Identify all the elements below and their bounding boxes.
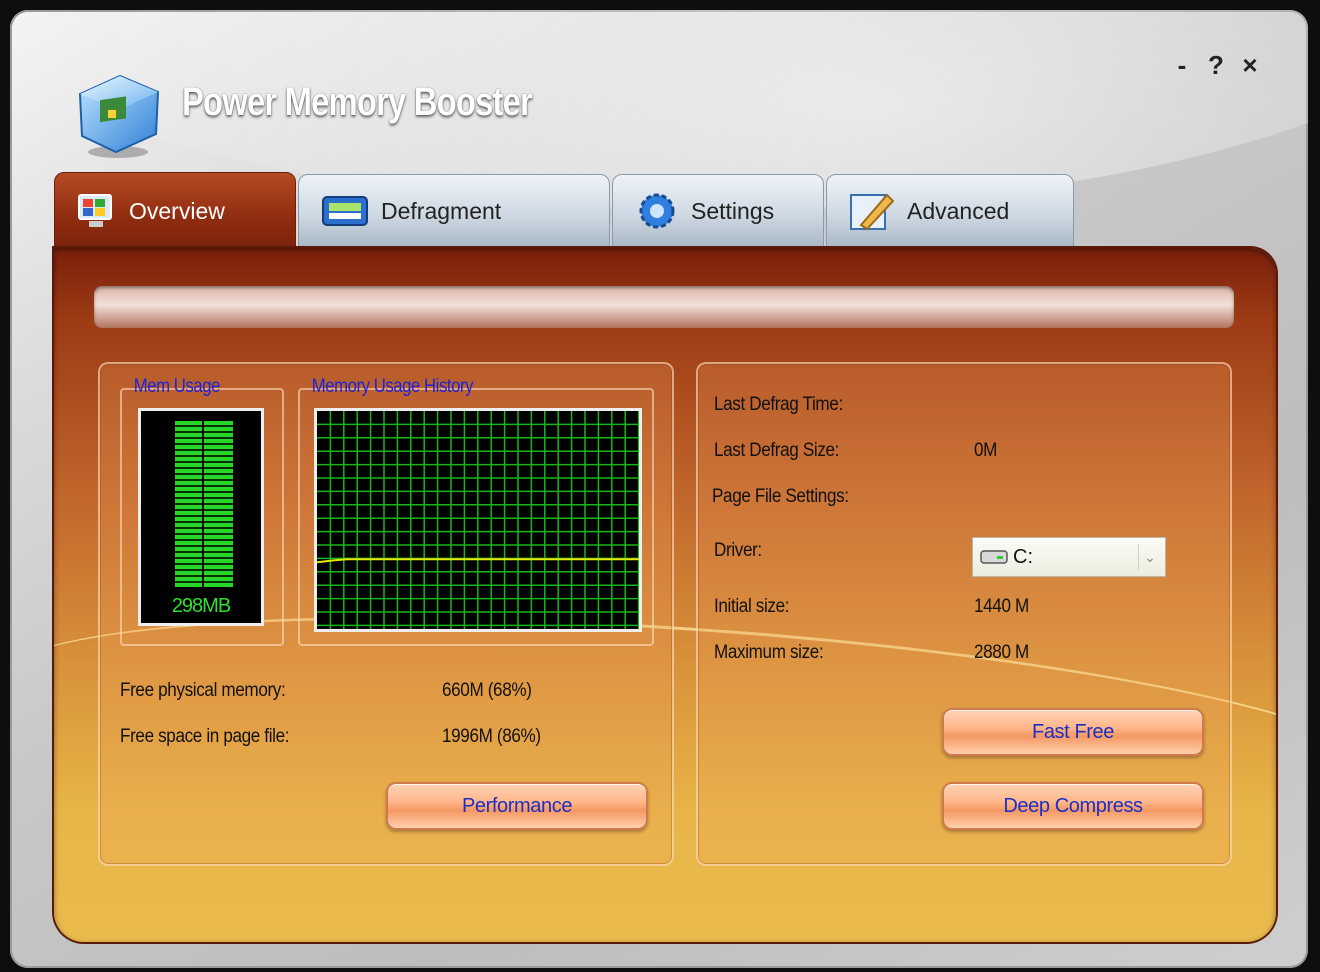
last-defrag-time-label: Last Defrag Time:: [714, 394, 843, 415]
driver-select[interactable]: C: ⌄: [972, 537, 1166, 577]
fast-free-button[interactable]: Fast Free: [942, 708, 1204, 756]
defrag-panel: Last Defrag Time: Last Defrag Size: 0M P…: [696, 362, 1232, 866]
tab-overview[interactable]: Overview: [54, 172, 296, 250]
overview-icon: [78, 194, 112, 227]
mem-usage-group: Mem Usage 298MB: [120, 376, 284, 646]
mem-usage-meter: 298MB: [138, 408, 264, 626]
gear-icon: [639, 193, 675, 229]
driver-select-value: C:: [1013, 545, 1033, 568]
maximum-size-label: Maximum size:: [714, 642, 824, 663]
minimize-button[interactable]: -: [1168, 50, 1196, 81]
memory-history-title: Memory Usage History: [311, 376, 474, 397]
tab-label: Advanced: [907, 197, 1010, 224]
last-defrag-size-value: 0M: [974, 440, 998, 461]
mem-usage-title: Mem Usage: [133, 376, 221, 397]
defragment-icon: [322, 196, 368, 226]
free-physical-memory-label: Free physical memory:: [120, 680, 286, 701]
tab-advanced[interactable]: Advanced: [826, 174, 1074, 248]
initial-size-value: 1440 M: [974, 596, 1029, 617]
initial-size-label: Initial size:: [714, 596, 790, 617]
mem-usage-value: 298MB: [171, 595, 231, 617]
app-logo-icon: [78, 74, 160, 158]
app-title: Power Memory Booster: [182, 80, 533, 124]
deep-compress-button[interactable]: Deep Compress: [942, 782, 1204, 830]
page-file-settings-label: Page File Settings:: [712, 486, 849, 507]
memory-panel: Mem Usage 298MB Memory Usage History Fre…: [98, 362, 674, 866]
last-defrag-size-label: Last Defrag Size:: [714, 440, 840, 461]
overview-panel: Mem Usage 298MB Memory Usage History Fre…: [54, 248, 1276, 942]
close-button[interactable]: ×: [1236, 50, 1264, 81]
progress-bar: [94, 286, 1234, 328]
maximum-size-value: 2880 M: [974, 642, 1029, 663]
free-physical-memory-value: 660M (68%): [442, 680, 532, 701]
memory-history-graph: [314, 408, 642, 632]
chevron-down-icon[interactable]: ⌄: [1138, 544, 1161, 570]
tab-defragment[interactable]: Defragment: [298, 174, 610, 248]
free-page-file-label: Free space in page file:: [120, 726, 290, 747]
drive-icon: [980, 550, 1008, 564]
tab-settings[interactable]: Settings: [612, 174, 824, 248]
free-page-file-value: 1996M (86%): [442, 726, 541, 747]
tab-label: Defragment: [381, 197, 502, 224]
pen-icon: [850, 193, 895, 231]
tab-label: Settings: [691, 197, 775, 224]
performance-button[interactable]: Performance: [386, 782, 648, 830]
mem-usage-bars: [175, 421, 233, 587]
app-window: Power Memory Booster - ? × Overview Defr…: [10, 10, 1308, 968]
driver-label: Driver:: [714, 540, 762, 561]
help-button[interactable]: ?: [1202, 50, 1230, 81]
tab-label: Overview: [129, 197, 225, 224]
memory-history-group: Memory Usage History: [298, 376, 654, 646]
